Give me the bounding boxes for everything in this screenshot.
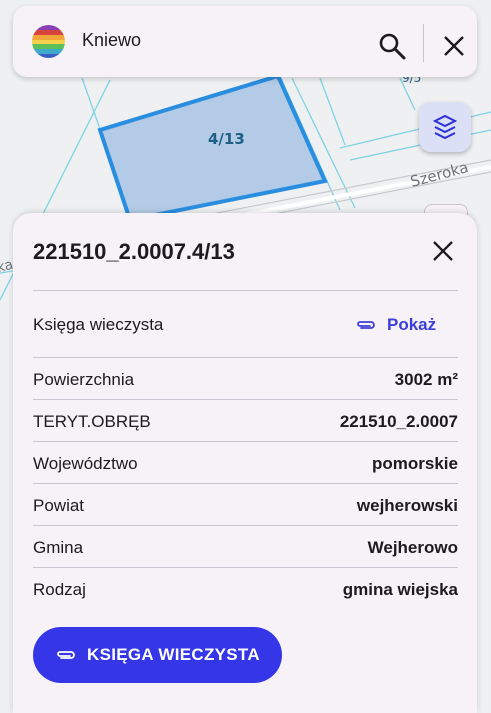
parcel-details-sheet: 221510_2.0007.4/13 Księga wieczysta Poka…	[13, 213, 477, 713]
row-label: Województwo	[33, 454, 138, 473]
row-value: wejherowski	[356, 496, 458, 515]
detail-row: Powiat wejherowski	[33, 483, 458, 525]
parcel-label: 4/13	[208, 130, 245, 148]
row-value: gmina wiejska	[342, 580, 458, 599]
search-divider	[423, 24, 424, 62]
layers-button[interactable]	[419, 102, 471, 152]
detail-row: TERYT.OBRĘB 221510_2.0007	[33, 399, 458, 441]
row-value: 3002 m²	[394, 370, 458, 389]
search-query[interactable]: Kniewo	[82, 30, 141, 51]
show-kw-link[interactable]: Pokaż	[355, 315, 436, 335]
close-icon[interactable]	[431, 239, 455, 263]
row-value: Wejherowo	[367, 538, 458, 557]
show-kw-link-label: Pokaż	[387, 315, 437, 334]
parcel-id-title: 221510_2.0007.4/13	[33, 239, 235, 264]
land-register-button[interactable]: KSIĘGA WIECZYSTA	[33, 627, 282, 683]
row-label: Rodzaj	[33, 580, 86, 599]
layers-icon	[432, 114, 458, 140]
app-logo-icon	[32, 25, 65, 58]
kw-label: Księga wieczysta	[33, 315, 164, 334]
row-value: pomorskie	[372, 454, 458, 473]
land-register-button-label: KSIĘGA WIECZYSTA	[87, 645, 260, 664]
row-value: 221510_2.0007	[339, 412, 458, 431]
search-bar: Kniewo	[13, 6, 477, 77]
detail-row: Gmina Wejherowo	[33, 525, 458, 567]
search-icon[interactable]	[377, 31, 407, 61]
detail-row: Rodzaj gmina wiejska	[33, 567, 458, 609]
row-label: TERYT.OBRĘB	[33, 412, 151, 431]
paperclip-icon	[357, 321, 375, 329]
paperclip-icon	[57, 651, 75, 659]
kw-row: Księga wieczysta Pokaż	[33, 290, 458, 357]
close-icon[interactable]	[441, 33, 467, 59]
detail-row: Województwo pomorskie	[33, 441, 458, 483]
row-label: Powiat	[33, 496, 85, 515]
row-label: Powierzchnia	[33, 370, 135, 389]
row-label: Gmina	[33, 538, 84, 557]
detail-row: Powierzchnia 3002 m²	[33, 357, 458, 399]
